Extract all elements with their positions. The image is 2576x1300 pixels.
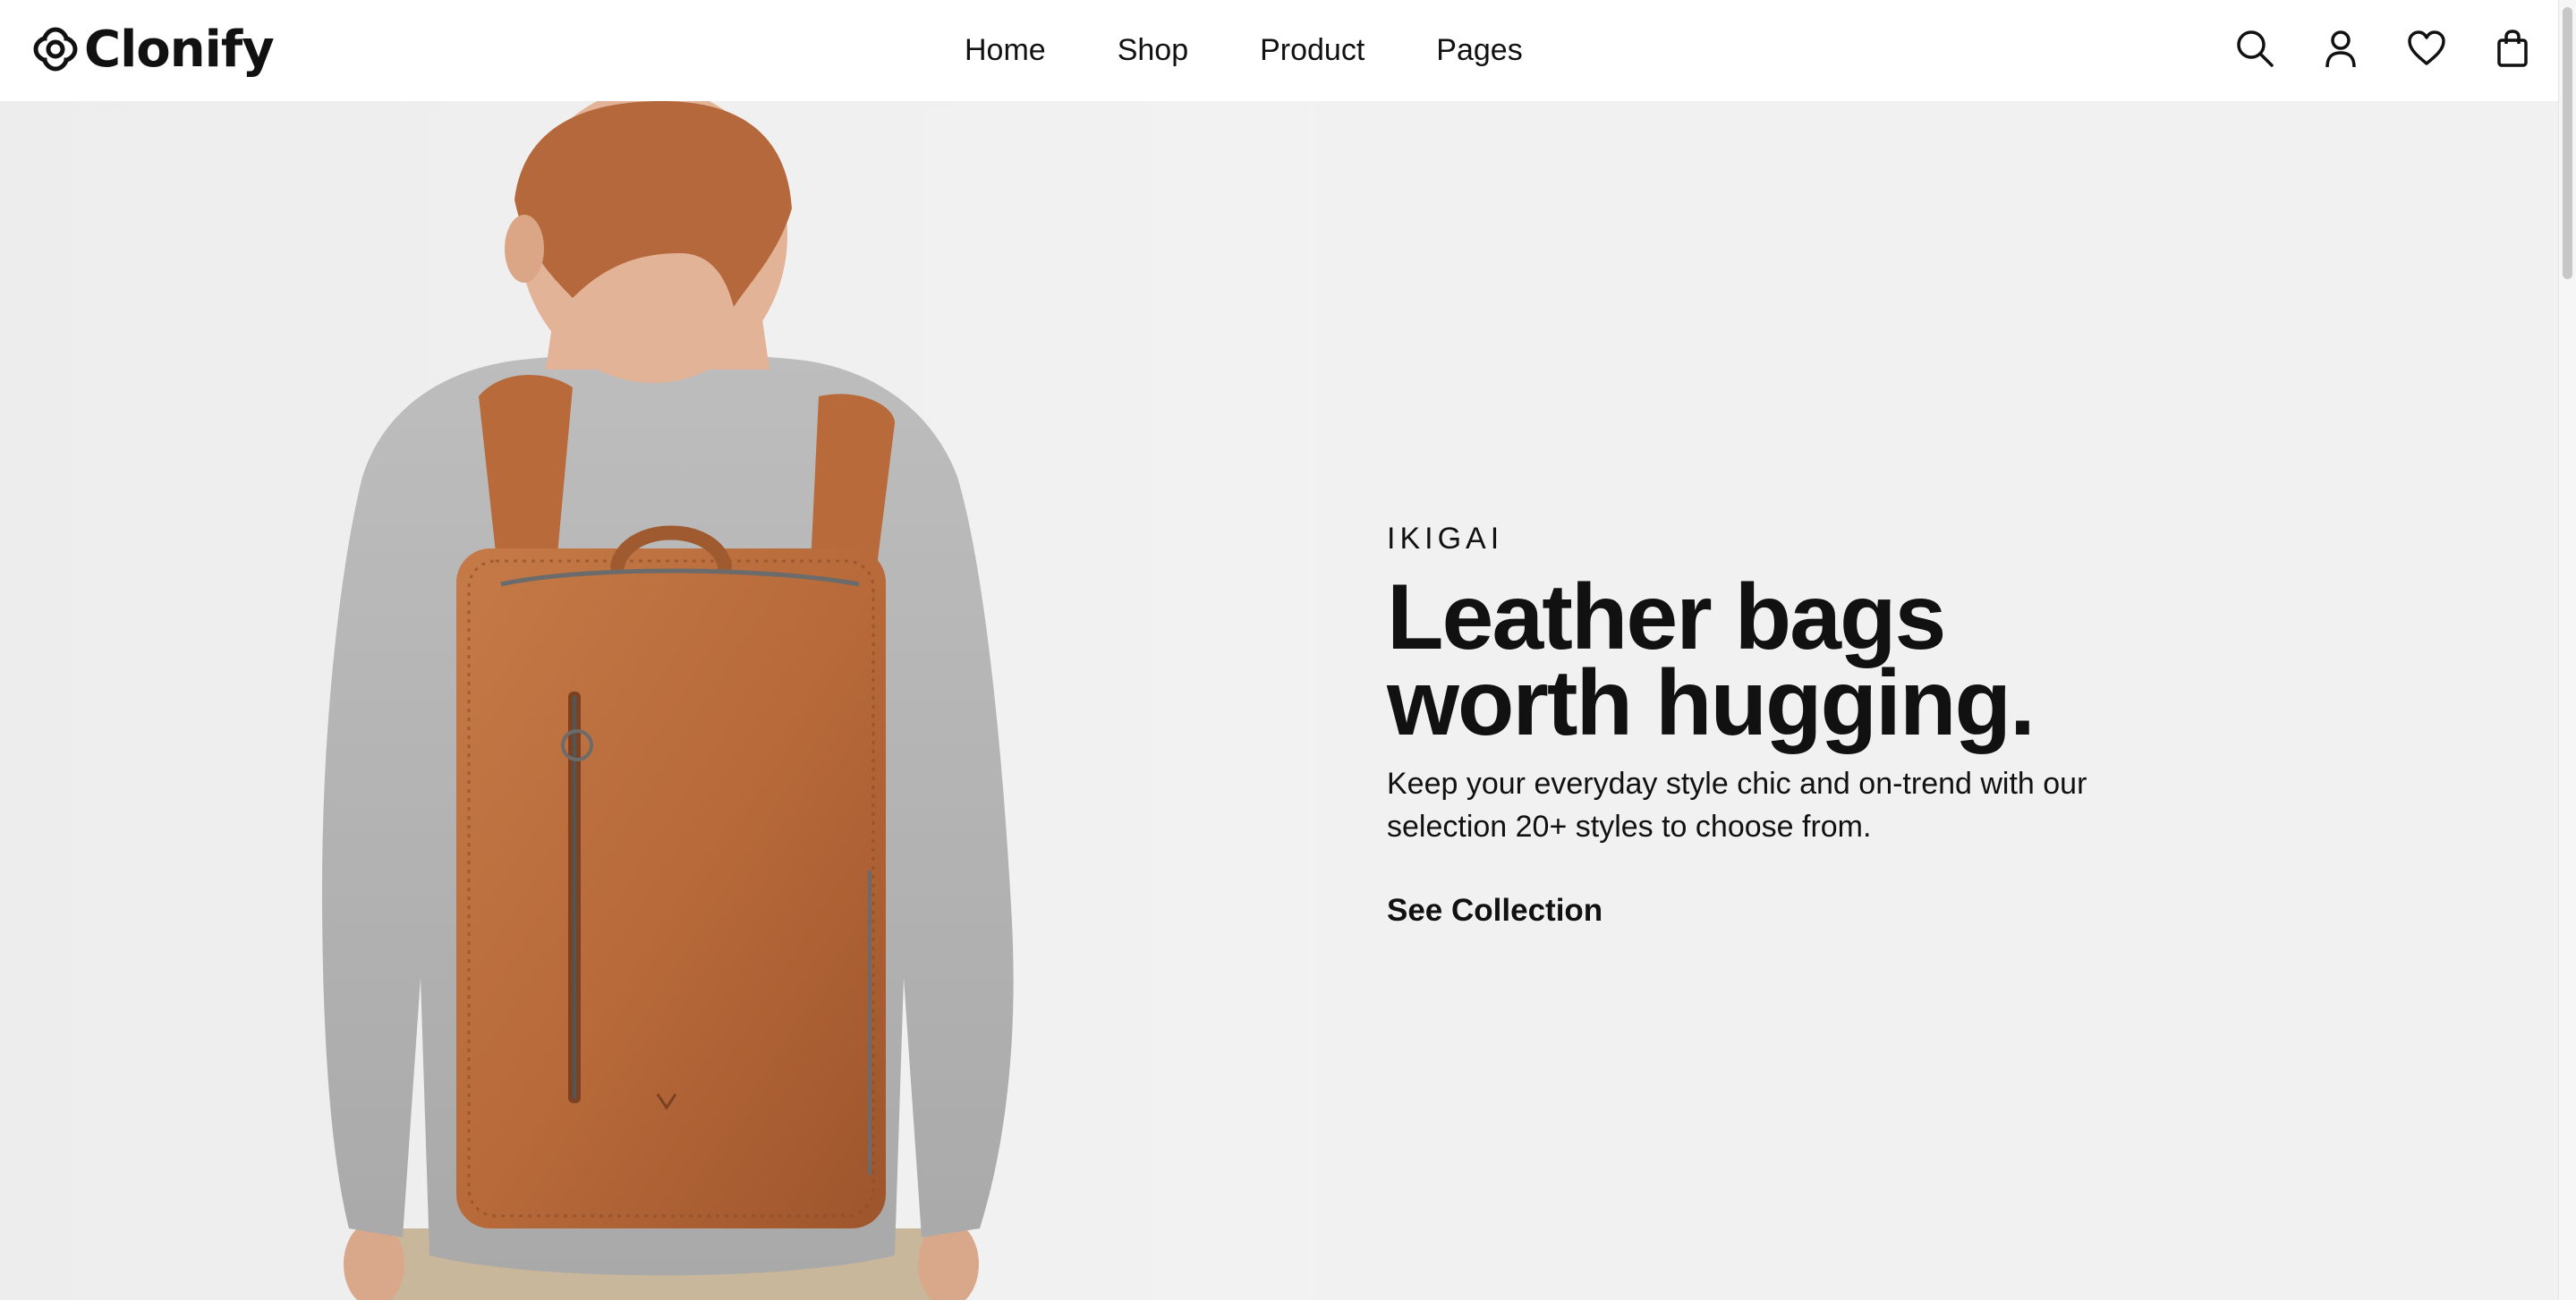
- hero-image: [0, 101, 1315, 1300]
- cart-button[interactable]: [2491, 23, 2534, 73]
- logo-text: Clonify: [84, 20, 275, 79]
- search-button[interactable]: [2233, 23, 2276, 73]
- hero-headline: Leather bags worth hugging.: [1387, 571, 2192, 750]
- search-icon: [2237, 30, 2274, 67]
- user-icon: [2325, 30, 2356, 68]
- logo-icon: [33, 27, 78, 72]
- wishlist-button[interactable]: [2405, 23, 2448, 73]
- site-header: Clonify Home Shop Product Pages: [0, 0, 2559, 101]
- headline-line-2: worth hugging.: [1387, 651, 2036, 755]
- hero-eyebrow: IKIGAI: [1387, 522, 1504, 556]
- header-actions: [2233, 23, 2534, 73]
- logo[interactable]: Clonify: [32, 20, 275, 79]
- shopping-bag-icon: [2497, 30, 2528, 67]
- leather-backpack-photo: [0, 101, 1315, 1300]
- hero-subtext: Keep your everyday style chic and on-tre…: [1387, 767, 2087, 844]
- nav-shop[interactable]: Shop: [1118, 33, 1188, 68]
- hero-content: IKIGAI Leather bags worth hugging. Keep …: [1387, 522, 2192, 929]
- nav-home[interactable]: Home: [965, 33, 1046, 68]
- main-nav: Home Shop Product Pages: [965, 25, 1523, 75]
- scrollbar-thumb[interactable]: [2563, 7, 2572, 279]
- nav-pages[interactable]: Pages: [1436, 33, 1522, 68]
- nav-product[interactable]: Product: [1260, 33, 1365, 68]
- see-collection-link[interactable]: See Collection: [1387, 893, 1603, 929]
- hero-section: IKIGAI Leather bags worth hugging. Keep …: [0, 101, 2559, 1300]
- account-button[interactable]: [2319, 23, 2362, 73]
- heart-icon: [2408, 30, 2445, 65]
- scrollbar[interactable]: [2558, 0, 2576, 1300]
